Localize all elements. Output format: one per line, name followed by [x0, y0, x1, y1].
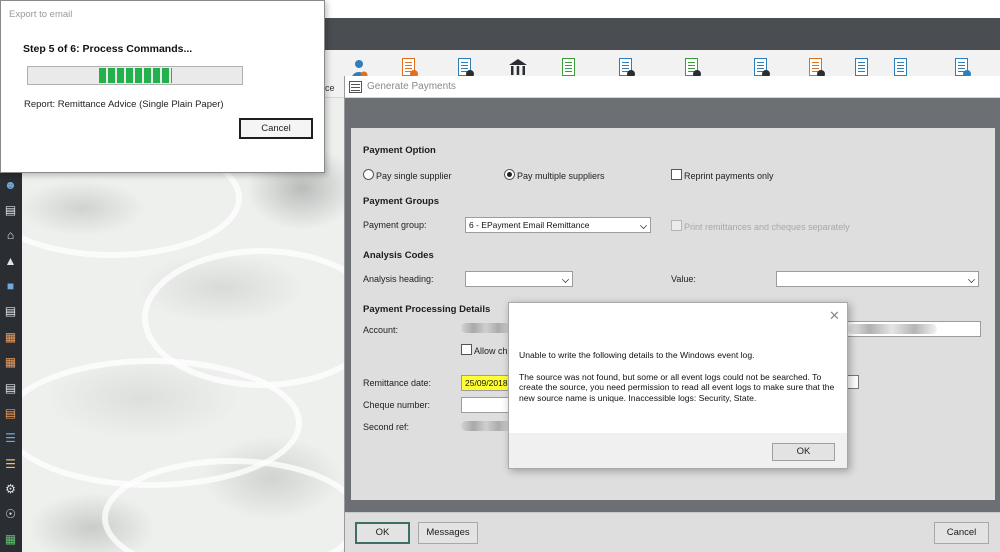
step-status-text: Step 5 of 6: Process Commands... — [23, 43, 193, 55]
pay-single-supplier-radio[interactable] — [363, 169, 374, 180]
account-label: Account: — [363, 325, 399, 335]
close-icon[interactable]: ✕ — [829, 309, 840, 322]
error-ok-button[interactable]: OK — [772, 443, 835, 461]
error-message-detail: The source was not found, but some or al… — [519, 372, 835, 403]
analysis-codes-heading: Analysis Codes — [363, 250, 434, 261]
value-label: Value: — [671, 274, 696, 284]
window-app-icon — [349, 81, 362, 93]
dialog-title: Export to email — [9, 9, 73, 20]
payment-group-label: Payment group: — [363, 220, 427, 230]
analysis-heading-select[interactable] — [465, 271, 573, 287]
analysis-heading-label: Analysis heading: — [363, 274, 434, 284]
bank-icon[interactable]: ⌂ — [3, 228, 18, 243]
chevron-down-icon — [968, 276, 975, 283]
report-icon[interactable]: ▦ — [3, 355, 18, 370]
person-icon[interactable]: ☻ — [3, 178, 18, 193]
export-to-email-dialog: Export to email Step 5 of 6: Process Com… — [0, 0, 325, 173]
error-message-line: Unable to write the following details to… — [519, 350, 755, 360]
account-redacted — [461, 323, 511, 333]
analysis-value-select[interactable] — [776, 271, 979, 287]
document-icon[interactable]: ▤ — [3, 304, 18, 319]
stack-icon[interactable]: ☰ — [3, 431, 18, 446]
document-icon[interactable]: ▤ — [3, 406, 18, 421]
reprint-payments-label: Reprint payments only — [684, 171, 774, 181]
pay-multiple-suppliers-radio[interactable] — [504, 169, 515, 180]
account-name-redacted — [847, 324, 937, 334]
chevron-down-icon — [562, 276, 569, 283]
messages-button[interactable]: Messages — [418, 522, 478, 544]
progress-fill — [99, 68, 172, 83]
cancel-button[interactable]: Cancel — [934, 522, 989, 544]
toolbar-partial-label: ce — [325, 83, 335, 93]
payment-group-value: 6 - EPayment Email Remittance — [469, 220, 590, 230]
document-icon[interactable]: ▤ — [3, 381, 18, 396]
allow-checkbox[interactable] — [461, 344, 472, 355]
payment-option-heading: Payment Option — [363, 145, 436, 156]
pay-multiple-suppliers-label: Pay multiple suppliers — [517, 171, 605, 181]
export-cancel-button[interactable]: Cancel — [239, 118, 313, 139]
reprint-payments-checkbox[interactable] — [671, 169, 682, 180]
chevron-down-icon — [640, 222, 647, 229]
print-separately-checkbox[interactable] — [671, 220, 682, 231]
window-title: Generate Payments — [367, 81, 456, 92]
window-footer: OK Messages Cancel — [345, 512, 1000, 552]
book-icon[interactable]: ▤ — [3, 203, 18, 218]
cheque-number-field[interactable] — [461, 397, 513, 413]
ok-button[interactable]: OK — [355, 522, 410, 544]
hierarchy-icon[interactable]: ▲ — [3, 254, 18, 269]
globe-icon[interactable]: ☉ — [3, 507, 18, 522]
remittance-date-field[interactable]: 25/09/2018 — [461, 375, 513, 391]
event-log-error-dialog: ✕ Unable to write the following details … — [508, 302, 848, 469]
payment-group-select[interactable]: 6 - EPayment Email Remittance — [465, 217, 651, 233]
second-ref-redacted — [461, 421, 511, 431]
remittance-date-value: 25/09/2018 — [465, 378, 508, 388]
calendar-icon[interactable] — [847, 375, 859, 389]
allow-label: Allow ch — [474, 346, 508, 356]
document-icon[interactable]: ■ — [3, 279, 18, 294]
payment-processing-heading: Payment Processing Details — [363, 304, 491, 315]
stack-icon[interactable]: ☰ — [3, 457, 18, 472]
spreadsheet-icon[interactable]: ▦ — [3, 532, 18, 547]
payment-groups-heading: Payment Groups — [363, 196, 440, 207]
print-separately-label: Print remittances and cheques separately — [684, 222, 850, 232]
gear-icon[interactable]: ⚙ — [3, 482, 18, 497]
cheque-number-label: Cheque number: — [363, 400, 431, 410]
second-ref-label: Second ref: — [363, 422, 410, 432]
export-progress-bar — [27, 66, 243, 85]
remittance-date-label: Remittance date: — [363, 378, 432, 388]
window-titlebar[interactable]: Generate Payments — [345, 76, 1000, 98]
pay-single-supplier-label: Pay single supplier — [376, 171, 452, 181]
report-icon[interactable]: ▦ — [3, 330, 18, 345]
report-name-text: Report: Remittance Advice (Single Plain … — [24, 99, 224, 110]
error-dialog-footer: OK — [509, 433, 847, 468]
